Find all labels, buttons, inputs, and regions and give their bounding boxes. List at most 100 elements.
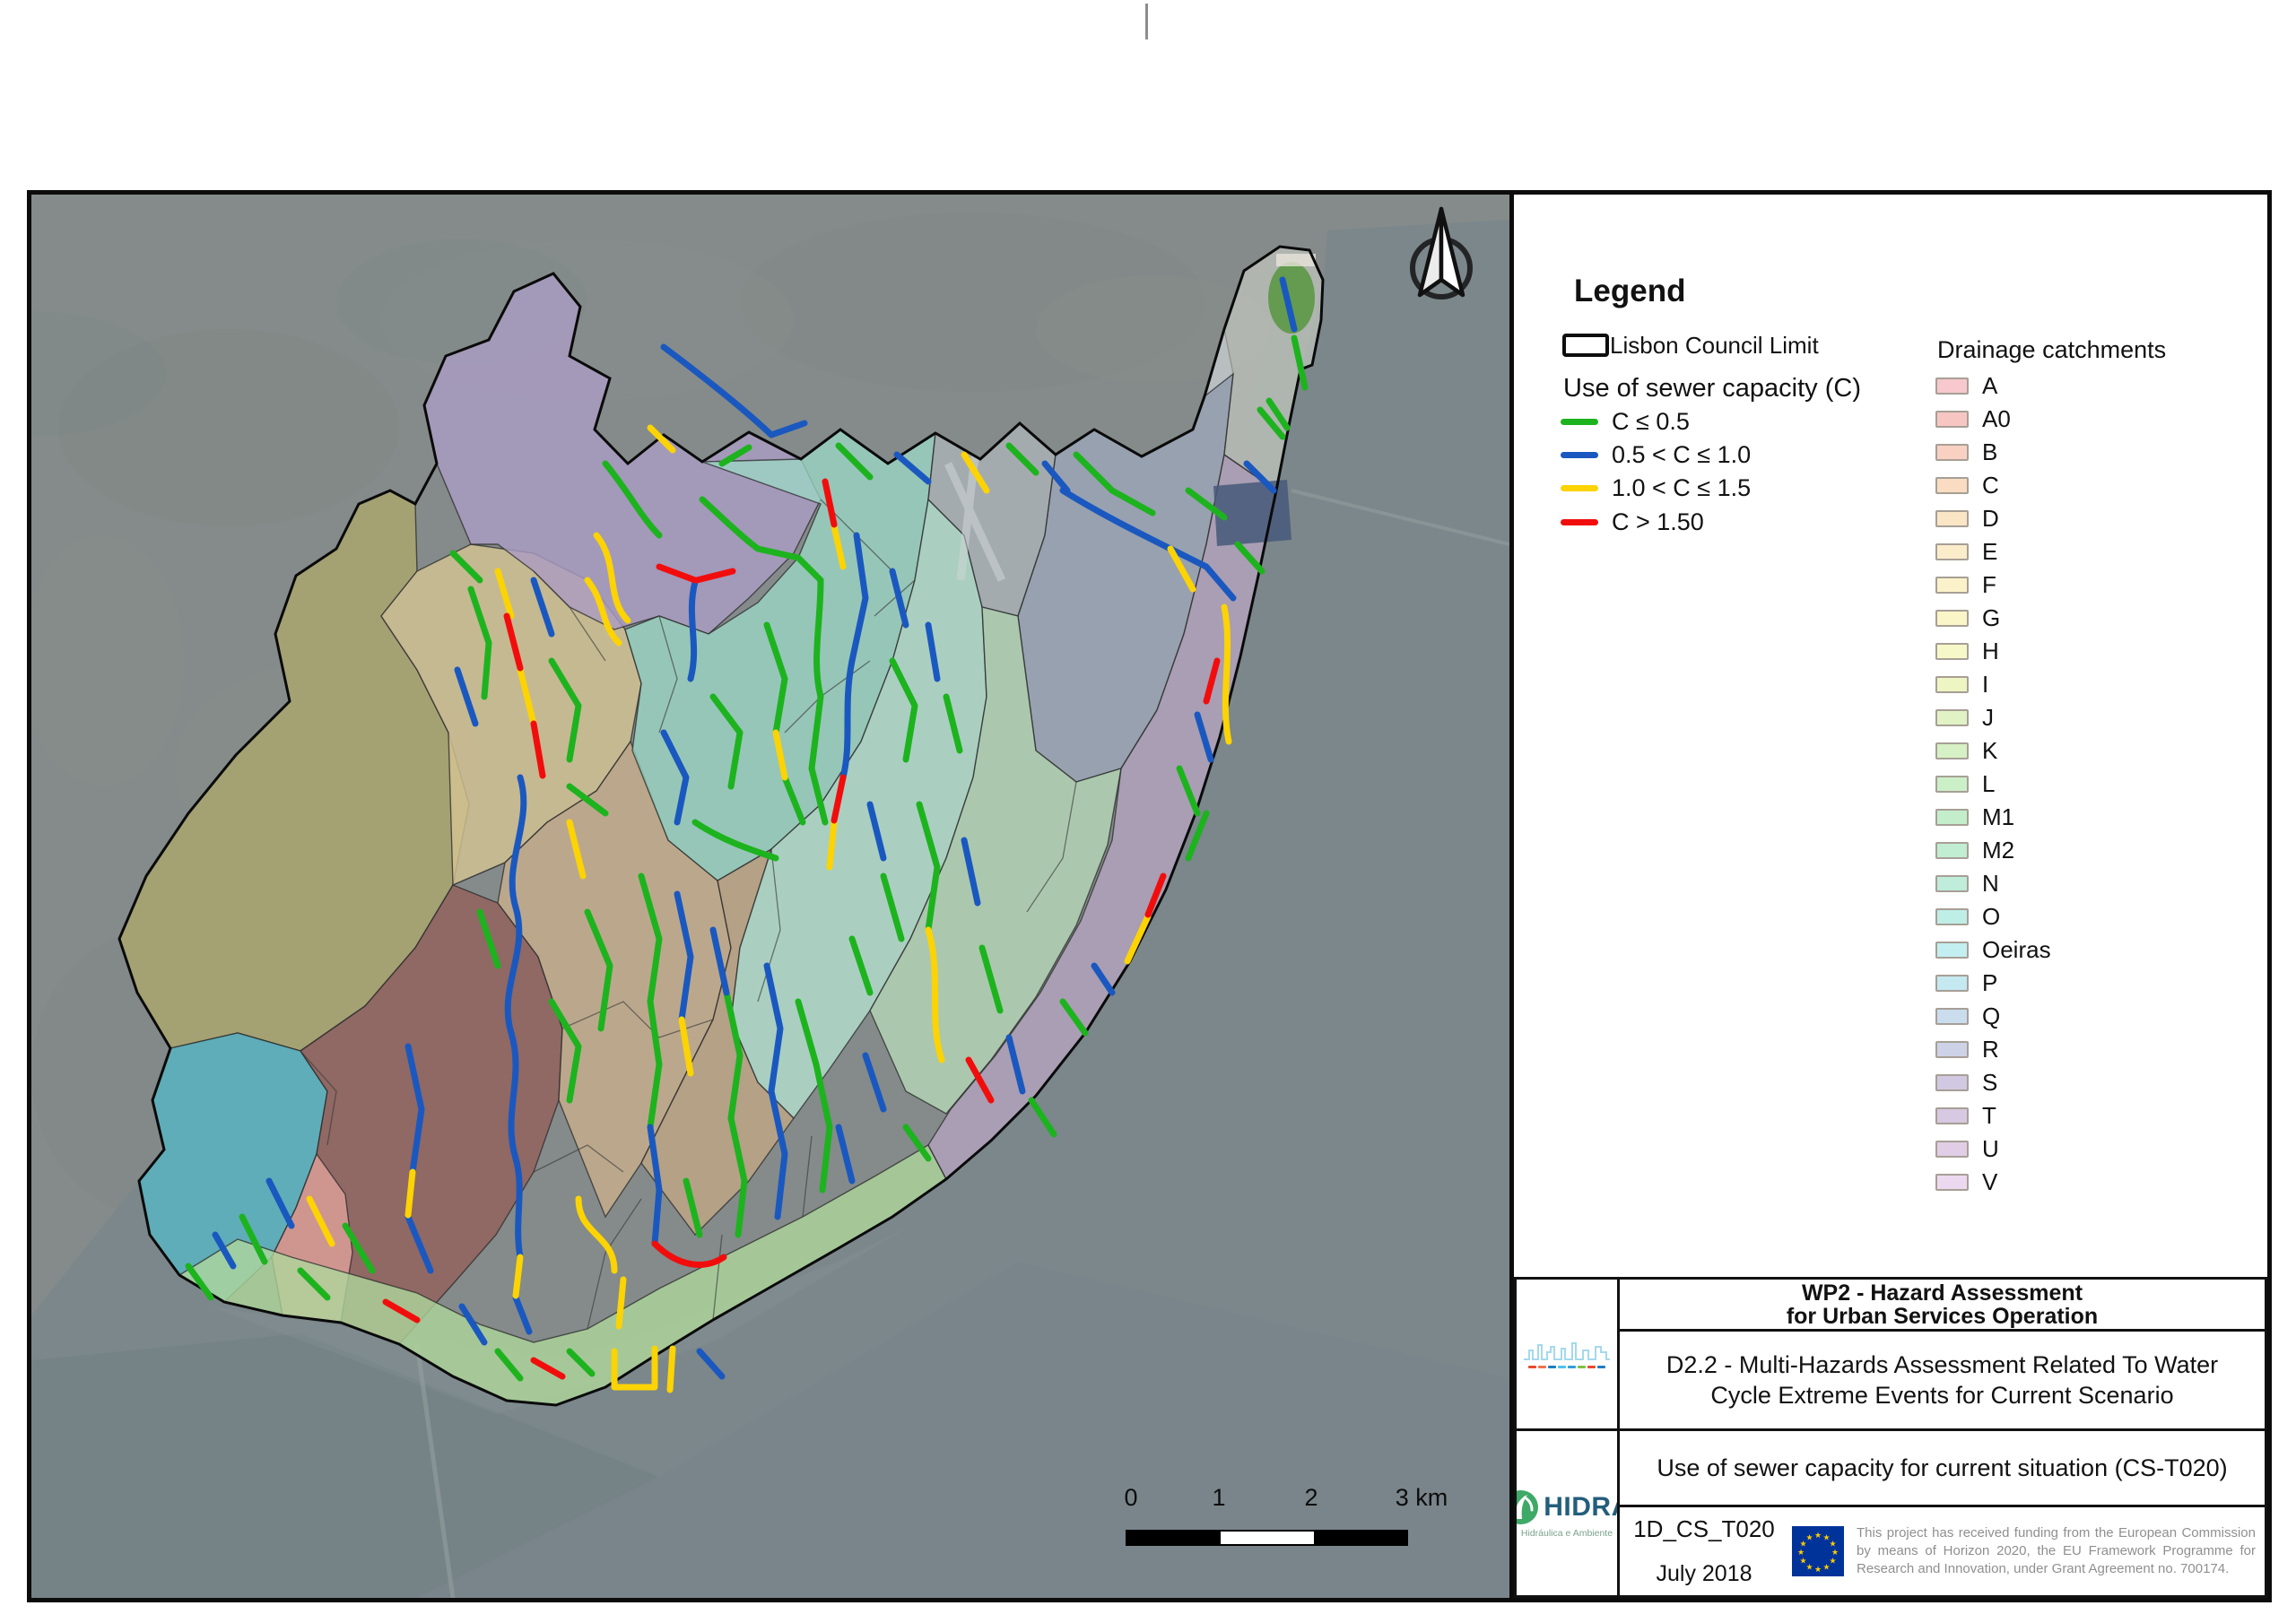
wp-title-line2: for Urban Services Operation <box>1786 1303 2099 1329</box>
catchment-color-swatch <box>1935 509 1969 527</box>
pdn-beach <box>1276 254 1316 266</box>
catchment-label: A0 <box>1982 404 2011 432</box>
wp-title: WP2 - Hazard Assessment for Urban Servic… <box>1620 1280 2265 1329</box>
council-limit-label: Lisbon Council Limit <box>1610 332 1819 359</box>
eu-funding-text: This project has received funding from t… <box>1857 1525 2256 1576</box>
eu-flag-icon: ★ ★★ ★★★ ★★★ ★★★ <box>1792 1526 1844 1576</box>
code-date-block: 1D_CS_T020 July 2018 <box>1629 1515 1779 1587</box>
catchment-row: M2 <box>1514 837 2014 864</box>
catchment-color-swatch <box>1935 1040 1969 1058</box>
catchment-label: L <box>1982 769 1996 797</box>
catchment-label: M2 <box>1982 836 2015 864</box>
hidra-glyph-icon <box>1517 1489 1539 1524</box>
catchment-color-swatch <box>1935 808 1969 826</box>
hidra-name: HIDRA <box>1544 1491 1617 1522</box>
catchment-label: J <box>1982 703 1994 731</box>
scalebar-segment-black-1 <box>1127 1532 1221 1544</box>
catchment-label: H <box>1982 637 1999 664</box>
catchment-row: B <box>1514 438 1997 465</box>
deliverable-title: D2.2 - Multi-Hazards Assessment Related … <box>1620 1332 2265 1428</box>
catchment-row: N <box>1514 870 1999 897</box>
catchment-color-swatch <box>1935 941 1969 959</box>
catchment-color-swatch <box>1935 609 1969 627</box>
catchment-row: Oeiras <box>1514 936 2051 963</box>
catchment-color-swatch <box>1935 742 1969 759</box>
catchment-row: Q <box>1514 1002 2000 1029</box>
catchment-color-swatch <box>1935 1107 1969 1124</box>
catchment-color-swatch <box>1935 907 1969 925</box>
svg-text:★: ★ <box>1797 1549 1805 1558</box>
catchment-label: C <box>1982 471 1999 499</box>
scalebar-label-1: 1 <box>1212 1484 1226 1511</box>
catchment-color-swatch <box>1935 377 1969 395</box>
catchment-row: G <box>1514 604 2000 631</box>
catchment-label: E <box>1982 537 1998 565</box>
registration-mark <box>1145 4 1148 39</box>
catchment-color-swatch <box>1935 974 1969 992</box>
catchment-row: O <box>1514 903 2000 930</box>
catchment-label: V <box>1982 1167 1998 1195</box>
catchment-row: A0 <box>1514 405 2011 432</box>
map-title: Use of sewer capacity for current situat… <box>1657 1454 2228 1481</box>
svg-text:★: ★ <box>1814 1532 1822 1541</box>
lisbon-map <box>31 195 1509 1598</box>
scalebar <box>1126 1530 1408 1546</box>
code-date-funding-row: 1D_CS_T020 July 2018 ★ ★ ★ ★ ★ ★ ★ ★ ★ ★ ★ ★ Thi… <box>1620 1507 2265 1595</box>
catchment-color-swatch <box>1935 476 1969 494</box>
catchment-row: H <box>1514 638 1999 664</box>
drainage-catchments-heading: Drainage catchments <box>1937 336 2167 363</box>
catchment-label: K <box>1982 736 1998 764</box>
catchment-label: F <box>1982 570 1996 598</box>
scalebar-label-2: 2 <box>1304 1484 1318 1511</box>
catchment-row: P <box>1514 969 1997 996</box>
catchment-label: M1 <box>1982 803 2015 830</box>
svg-text:★: ★ <box>1814 1566 1822 1575</box>
map-date: July 2018 <box>1656 1561 1752 1586</box>
map-canvas: 0 1 2 3 km <box>31 195 1509 1598</box>
olivais-dock <box>1213 480 1292 546</box>
page: { "page": { "registration_mark": "" }, "… <box>0 0 2296 1623</box>
catchment-color-swatch <box>1935 410 1969 428</box>
catchment-color-swatch <box>1935 1073 1969 1091</box>
legend-title: Legend <box>1574 273 1686 308</box>
catchment-color-swatch <box>1935 1140 1969 1158</box>
catchment-color-swatch <box>1935 874 1969 892</box>
svg-text:★: ★ <box>1829 1558 1836 1567</box>
catchment-row: L <box>1514 770 1995 797</box>
deliverable-line2: Cycle Extreme Events for Current Scenari… <box>1710 1382 2174 1409</box>
council-limit-swatch <box>1562 334 1609 357</box>
catchment-label: G <box>1982 603 2001 631</box>
catchment-color-swatch <box>1935 642 1969 660</box>
wp-title-line1: WP2 - Hazard Assessment <box>1801 1280 2083 1306</box>
map-code: 1D_CS_T020 <box>1633 1515 1775 1542</box>
catchment-row: F <box>1514 571 1996 598</box>
catchment-label: T <box>1982 1101 1996 1129</box>
catchment-row: A <box>1514 372 1997 399</box>
catchment-label: B <box>1982 438 1998 465</box>
deliverable-line1: D2.2 - Multi-Hazards Assessment Related … <box>1665 1351 2219 1378</box>
catchment-color-swatch <box>1935 1007 1969 1025</box>
catchment-color-swatch <box>1935 841 1969 859</box>
svg-text:★: ★ <box>1831 1549 1839 1558</box>
catchment-label: R <box>1982 1035 1999 1063</box>
catchment-row: T <box>1514 1102 1996 1129</box>
catchment-row: U <box>1514 1135 1999 1162</box>
svg-text:★: ★ <box>1805 1564 1813 1573</box>
catchment-row: D <box>1514 505 1999 532</box>
resccue-logo <box>1517 1280 1617 1428</box>
catchment-color-swatch <box>1935 675 1969 693</box>
catchment-color-swatch <box>1935 1173 1969 1191</box>
catchment-row: E <box>1514 538 1997 565</box>
catchment-row: J <box>1514 704 1994 731</box>
catchment-row: R <box>1514 1036 1999 1063</box>
catchment-color-swatch <box>1935 576 1969 594</box>
catchment-row: I <box>1514 671 1988 698</box>
catchment-label: N <box>1982 869 1999 897</box>
svg-text:★: ★ <box>1822 1564 1830 1573</box>
catchment-label: O <box>1982 902 2001 930</box>
hidra-tagline: Hidráulica e Ambiente <box>1520 1527 1613 1539</box>
catchment-label: D <box>1982 504 1999 532</box>
catchment-color-swatch <box>1935 775 1969 793</box>
catchment-row: V <box>1514 1168 1997 1195</box>
catchment-row: K <box>1514 737 1997 764</box>
